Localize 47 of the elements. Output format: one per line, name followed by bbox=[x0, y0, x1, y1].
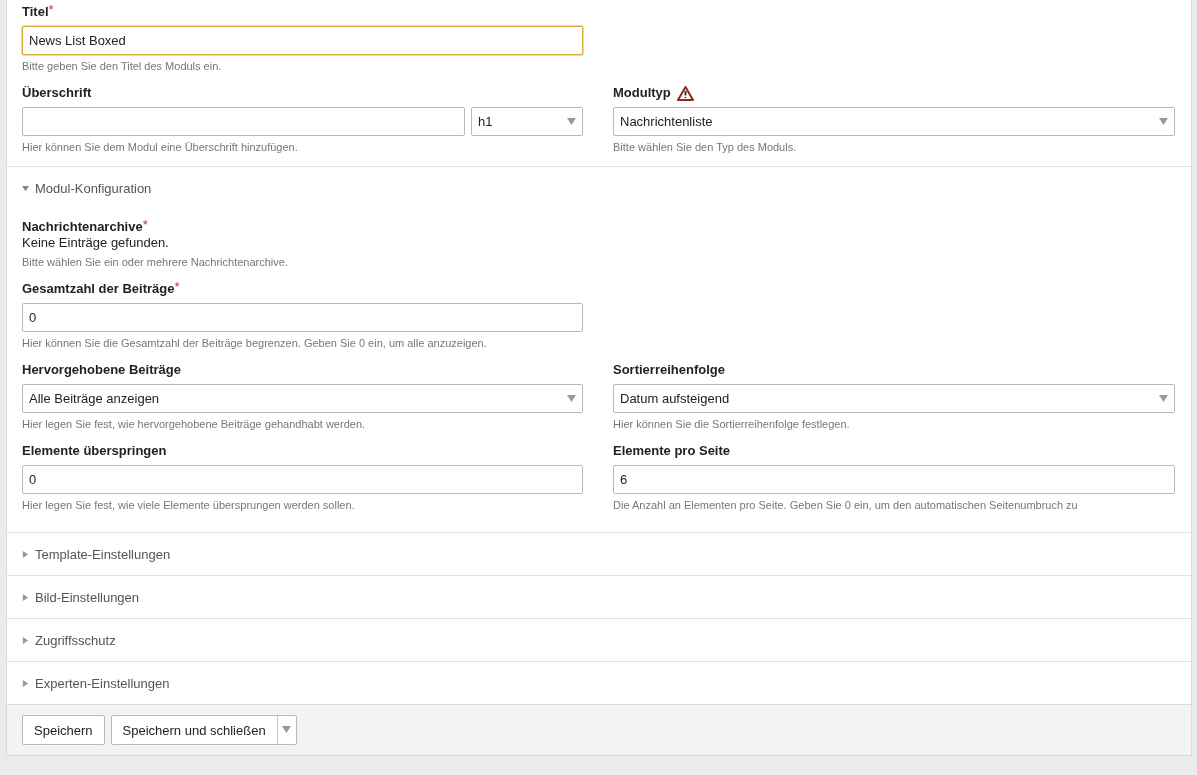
help-text: Hier legen Sie fest, wie hervorgehobene Beiträge gehandhabt werden. bbox=[22, 418, 367, 431]
field-label: Elemente pro Seite bbox=[613, 443, 731, 459]
dropdown-caret-icon bbox=[567, 118, 576, 125]
field-label: Gesamtzahl der Beiträge bbox=[22, 281, 175, 297]
help-text: Hier legen Sie fest, wie viele Elemente übersprungen werden sollen. bbox=[22, 499, 356, 512]
help-text: Bitte wählen Sie ein oder mehrere Nachrichtenarchive. bbox=[22, 256, 289, 269]
caret-right-icon bbox=[22, 679, 29, 687]
caret-right-icon bbox=[22, 593, 29, 601]
help-text: Bitte wählen Sie den Typ des Moduls. bbox=[613, 141, 798, 154]
dropdown-caret-icon bbox=[567, 395, 576, 402]
select-field[interactable]: Datum aufsteigend bbox=[613, 384, 1175, 413]
field-label: Nachrichtenarchive bbox=[22, 219, 143, 235]
help-text: Hier können Sie die Sortierreihenfolge festlegen. bbox=[613, 418, 851, 431]
caret-icon bbox=[282, 726, 292, 733]
field-label: Titel bbox=[22, 4, 49, 20]
field-label: Hervorgehobene Beiträge bbox=[22, 362, 181, 378]
field-label: Modultyp bbox=[613, 85, 671, 101]
section-header[interactable]: Bild-Einstellungen bbox=[7, 576, 1191, 618]
section-header[interactable]: Zugriffsschutz bbox=[7, 619, 1191, 661]
dropdown-caret-icon bbox=[1159, 395, 1168, 402]
text-field[interactable]: 0 bbox=[22, 465, 583, 494]
text-field[interactable]: 0 bbox=[22, 303, 583, 332]
heading-field[interactable] bbox=[22, 107, 465, 136]
field-label: Überschrift bbox=[22, 85, 92, 101]
field-label: Sortierreihenfolge bbox=[613, 362, 725, 378]
dropdown-caret-icon bbox=[1159, 118, 1168, 125]
help-text: Hier können Sie dem Modul eine Überschrift hinzufügen. bbox=[22, 141, 299, 154]
heading-level-select[interactable]: h1 bbox=[471, 107, 583, 136]
select-field[interactable]: Alle Beiträge anzeigen bbox=[22, 384, 583, 413]
required-mark: * bbox=[48, 4, 54, 16]
select-field[interactable]: Nachrichtenliste bbox=[613, 107, 1175, 136]
section-header[interactable]: Template-Einstellungen bbox=[7, 533, 1191, 575]
help-text: Hier können Sie die Gesamtzahl der Beiträge begrenzen. Geben Sie 0 ein, um alle anzuzeigen. bbox=[22, 337, 488, 350]
required-mark: * bbox=[142, 219, 148, 231]
caret-down-icon bbox=[22, 184, 29, 192]
caret-right-icon bbox=[22, 636, 29, 644]
section-header[interactable]: Modul-Konfiguration bbox=[7, 167, 1191, 209]
field-label: Elemente überspringen bbox=[22, 443, 167, 459]
save-button[interactable]: Speichern bbox=[22, 715, 105, 745]
help-text: Bitte geben Sie den Titel des Moduls ein. bbox=[22, 60, 223, 73]
empty-message: Keine Einträge gefunden. bbox=[22, 235, 170, 251]
section-header[interactable]: Experten-Einstellungen bbox=[7, 662, 1191, 704]
caret-right-icon bbox=[22, 550, 29, 558]
help-text: Die Anzahl an Elementen pro Seite. Geben Sie 0 ein, um den automatischen Seitenumbruch zu bbox=[613, 499, 1079, 512]
text-field[interactable]: 6 bbox=[613, 465, 1175, 494]
required-mark: * bbox=[174, 281, 180, 293]
title-field[interactable]: News List Boxed bbox=[22, 26, 583, 55]
